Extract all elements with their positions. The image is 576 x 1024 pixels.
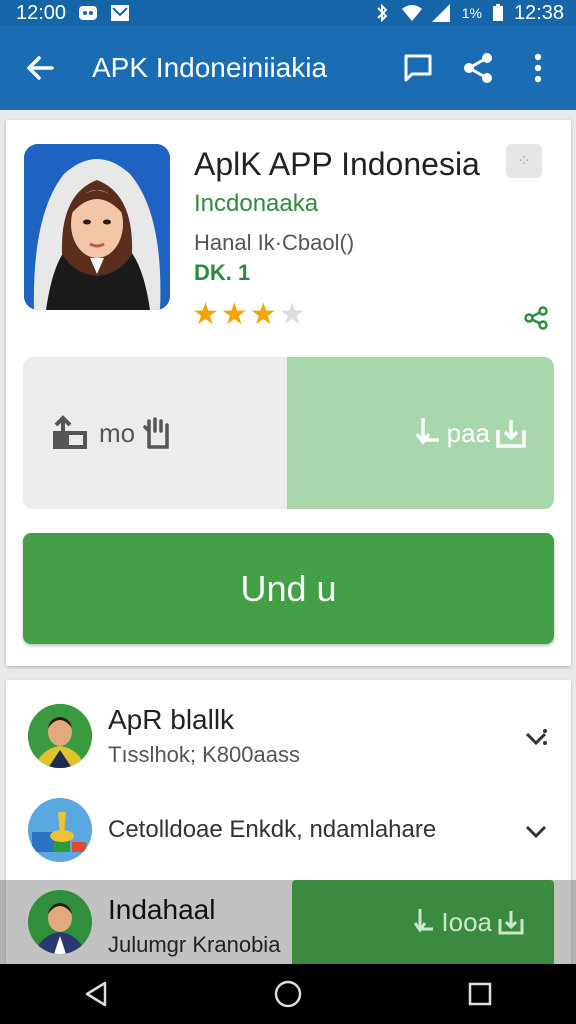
app-meta: Hanal Ik·Cbaol() (194, 230, 355, 255)
download-icon (415, 418, 439, 445)
chevron-down-icon (525, 825, 547, 839)
list-item-title: ApR blallk (108, 704, 235, 735)
status-time-left: 12:00 (16, 1, 67, 24)
split-left-label: mo (99, 417, 136, 448)
nav-back-icon (85, 981, 107, 1007)
list-item[interactable]: ApR blallk Tısslhok; K800aass (6, 700, 571, 772)
expand-button[interactable] (518, 720, 554, 756)
battery-percent: 1% (461, 5, 482, 21)
app-size: DK. 1 (194, 260, 251, 285)
app-bar: APK Indoneiniiakia (0, 26, 576, 110)
hand-icon (143, 417, 169, 449)
nav-home-button[interactable] (258, 964, 318, 1024)
mail-icon (111, 5, 130, 21)
developer-link[interactable]: Incdonaaka (194, 190, 318, 218)
bluetooth-icon (376, 4, 388, 22)
battery-icon (492, 4, 503, 21)
avatar (28, 798, 92, 862)
download-icon (414, 909, 434, 933)
app-icon-image[interactable] (24, 144, 170, 310)
list-item-action-button[interactable]: Iooa (292, 880, 554, 964)
rating-stars: ★ ★ ★ ★ (192, 300, 306, 330)
more-vert-icon (534, 53, 542, 83)
list-item-title: Indahaal (108, 894, 216, 925)
install-button[interactable]: Und u (23, 533, 554, 644)
message-icon (404, 54, 432, 82)
star-full-icon: ★ (220, 298, 248, 331)
list-item-subtitle: Tısslhok; K800aass (108, 742, 300, 767)
star-full-icon: ★ (192, 298, 219, 331)
nav-recents-icon (468, 982, 492, 1006)
share-icon (464, 53, 492, 83)
dots-grid-icon: ⁘ (517, 153, 531, 170)
upload-icon (53, 415, 87, 449)
notification-icon (79, 6, 98, 20)
nav-recents-button[interactable] (450, 964, 510, 1024)
nav-back-button[interactable] (66, 964, 126, 1024)
wifi-icon (401, 5, 422, 21)
back-arrow-icon (27, 56, 54, 80)
tray-icon (496, 420, 526, 448)
avatar (28, 890, 92, 954)
tray-icon (498, 911, 524, 935)
status-bar: 12:00 1% 12:38 (0, 0, 576, 26)
action-split-box: mo paa (23, 357, 554, 509)
status-time-right: 12:38 (513, 1, 564, 24)
app-details-card: AplK APP Indonesia Incdonaaka Hanal Ik·C… (6, 120, 571, 666)
message-button[interactable] (388, 38, 448, 98)
star-empty-icon: ★ (278, 298, 306, 331)
app-bar-title: APK Indoneiniiakia (92, 52, 328, 83)
share-small-icon (524, 306, 548, 330)
avatar (28, 704, 92, 768)
star-full-icon: ★ (249, 298, 277, 331)
split-left-button[interactable]: mo (23, 357, 287, 509)
list-item[interactable]: Cetolldoae Enkdk, ndamlahare (6, 796, 571, 866)
share-small-button[interactable] (520, 302, 552, 334)
split-right-label: paa (446, 417, 490, 448)
chevron-down-icon (525, 729, 547, 746)
system-nav-bar (0, 964, 576, 1024)
list-item-subtitle: Julumgr Kranobia (108, 932, 281, 957)
back-button[interactable] (10, 38, 70, 98)
app-name: AplK APP Indonesia (194, 146, 480, 182)
app-logo-portrait-icon (24, 144, 170, 310)
list-item-action-label: Iooa (441, 906, 492, 937)
share-button[interactable] (448, 38, 508, 98)
list-item-title: Cetolldoae Enkdk, ndamlahare (108, 816, 437, 843)
signal-icon (431, 4, 450, 22)
nav-home-icon (274, 980, 302, 1008)
expand-button[interactable] (518, 814, 554, 850)
more-options-button[interactable] (508, 38, 568, 98)
overflow-chip-button[interactable]: ⁘ (506, 144, 542, 178)
split-right-button[interactable]: paa (287, 357, 554, 509)
